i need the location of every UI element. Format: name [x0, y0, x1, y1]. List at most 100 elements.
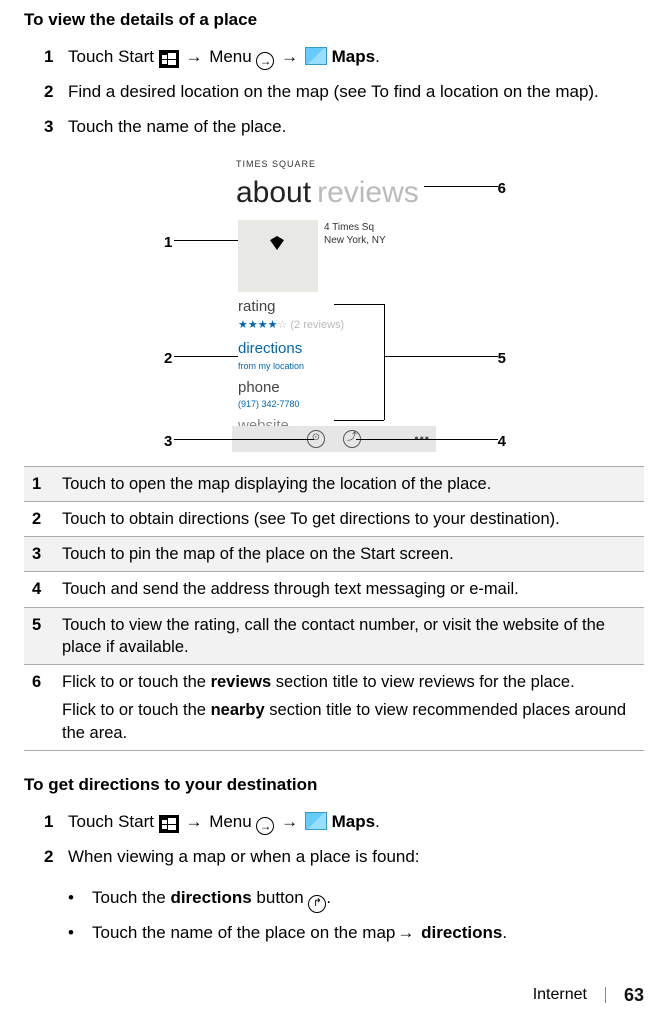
map-address-row: 4 Times Sq New York, NY: [232, 214, 436, 292]
leader-3: [174, 439, 314, 440]
phone-sub: (917) 342-7780: [238, 398, 430, 411]
rating-stars: ★★★★☆ (2 reviews): [238, 318, 430, 334]
addr-line2: New York, NY: [324, 235, 386, 248]
table-row: 1 Touch to open the map displaying the l…: [24, 466, 644, 501]
b1-c: button: [252, 888, 309, 907]
r6-t1a: Flick to or touch the: [62, 673, 211, 691]
arrow-icon: →: [185, 810, 202, 835]
callout-3: 3: [164, 431, 172, 453]
maps-icon: [305, 812, 327, 830]
steps-list-2: 1 Touch Start → Menu → → Maps. 2 When vi…: [24, 810, 644, 870]
step-text: Touch Start: [68, 812, 159, 831]
row-num: 1: [24, 466, 54, 501]
r6-t2a: Flick to or touch the: [62, 701, 211, 719]
footer-section: Internet: [533, 983, 587, 1006]
bullet-list: • Touch the directions button ↱. • Touch…: [24, 886, 644, 946]
callout-6: 6: [498, 178, 506, 200]
bullet-content: Touch the name of the place on the map→ …: [92, 921, 507, 946]
arrow-icon: →: [281, 45, 298, 70]
location-label: TIMES SQUARE: [232, 156, 436, 171]
r6-nearby-word: nearby: [211, 701, 265, 719]
step-1: 1 Touch Start → Menu → → Maps.: [44, 810, 644, 836]
phone-label: phone: [238, 377, 430, 399]
directions-sub: from my location: [238, 360, 430, 373]
bullet-item: • Touch the directions button ↱.: [68, 886, 644, 913]
b2-directions-word: directions: [416, 923, 502, 942]
r6-t1c: section title to view reviews for the pl…: [271, 673, 575, 691]
step-number: 2: [44, 80, 68, 105]
row-desc: Flick to or touch the reviews section ti…: [54, 665, 644, 751]
step-number: 1: [44, 45, 68, 71]
table-row: 6 Flick to or touch the reviews section …: [24, 665, 644, 751]
maps-label: Maps: [332, 47, 375, 66]
annotated-screenshot: TIMES SQUARE about reviews 4 Times Sq Ne…: [124, 156, 544, 452]
leader-5b: [334, 420, 384, 421]
footer-divider: [605, 987, 606, 1003]
row-desc: Touch to view the rating, call the conta…: [54, 607, 644, 665]
row-num: 2: [24, 501, 54, 536]
menu-label: Menu: [209, 47, 256, 66]
step-3: 3 Touch the name of the place.: [44, 115, 644, 140]
row-num: 3: [24, 537, 54, 572]
tab-reviews: reviews: [317, 171, 419, 215]
directions-button-icon: ↱: [308, 895, 326, 913]
arrow-icon: →: [281, 810, 298, 835]
bullet-dot: •: [68, 886, 92, 913]
period: .: [375, 47, 380, 66]
table-row: 3 Touch to pin the map of the place on t…: [24, 537, 644, 572]
tabs-row: about reviews: [232, 171, 436, 215]
callout-4: 4: [498, 431, 506, 453]
step-1: 1 Touch Start → Menu → → Maps.: [44, 45, 644, 71]
b2-c: .: [502, 923, 507, 942]
steps-list-1: 1 Touch Start → Menu → → Maps. 2 Find a …: [24, 45, 644, 140]
bullet-content: Touch the directions button ↱.: [92, 886, 331, 913]
maps-icon: [305, 47, 327, 65]
period: .: [375, 812, 380, 831]
table-row: 4 Touch and send the address through tex…: [24, 572, 644, 607]
step-2: 2 When viewing a map or when a place is …: [44, 845, 644, 870]
callout-2: 2: [164, 348, 172, 370]
bullet-item: • Touch the name of the place on the map…: [68, 921, 644, 946]
row-num: 4: [24, 572, 54, 607]
phone-section: phone (917) 342-7780: [232, 373, 436, 412]
leader-6: [424, 186, 498, 187]
page-footer: Internet 63: [533, 982, 644, 1008]
step-content: Touch Start → Menu → → Maps.: [68, 810, 644, 836]
page-number: 63: [624, 982, 644, 1008]
b1-a: Touch the: [92, 888, 170, 907]
menu-arrow-icon: →: [256, 52, 274, 70]
map-thumbnail: [238, 220, 318, 292]
step-content: Find a desired location on the map (see …: [68, 80, 644, 105]
rating-section: rating ★★★★☆ (2 reviews): [232, 292, 436, 334]
table-row: 2 Touch to obtain directions (see To get…: [24, 501, 644, 536]
leader-5t: [334, 304, 384, 305]
bullet-dot: •: [68, 921, 92, 946]
b2-a: Touch the name of the place on the map: [92, 923, 395, 942]
row-num: 5: [24, 607, 54, 665]
row-num: 6: [24, 665, 54, 751]
section-title-view-details: To view the details of a place: [24, 8, 644, 33]
leader-2: [174, 356, 238, 357]
start-icon: [159, 815, 179, 833]
menu-label: Menu: [209, 812, 256, 831]
callout-table: 1 Touch to open the map displaying the l…: [24, 466, 644, 751]
arrow-icon: →: [185, 45, 202, 70]
address-text: 4 Times Sq New York, NY: [324, 220, 386, 292]
b1-directions-word: directions: [170, 888, 251, 907]
step-number: 3: [44, 115, 68, 140]
step-content: Touch the name of the place.: [68, 115, 644, 140]
step-content: Touch Start → Menu → → Maps.: [68, 45, 644, 71]
rating-label: rating: [238, 296, 430, 318]
b1-d: .: [326, 888, 331, 907]
step-number: 2: [44, 845, 68, 870]
rating-sub: (2 reviews): [290, 319, 344, 331]
addr-line1: 4 Times Sq: [324, 222, 386, 235]
row-desc: Touch to obtain directions (see To get d…: [54, 501, 644, 536]
leader-5h: [384, 356, 498, 357]
leader-5v: [384, 304, 385, 420]
callout-1: 1: [164, 232, 172, 254]
leader-1: [174, 240, 238, 241]
arrow-icon: →: [397, 921, 414, 946]
step-text: Touch Start: [68, 47, 159, 66]
tab-about: about: [236, 171, 311, 215]
